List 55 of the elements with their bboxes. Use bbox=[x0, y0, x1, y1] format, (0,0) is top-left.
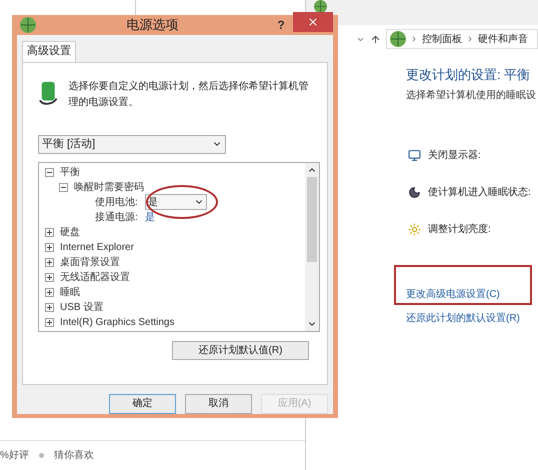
expand-icon[interactable] bbox=[45, 258, 54, 266]
dialog-title: 电源选项 bbox=[126, 16, 180, 34]
tree-item[interactable]: 无线适配器设置 bbox=[60, 270, 130, 284]
collapse-icon[interactable] bbox=[59, 182, 68, 192]
tree-item[interactable]: USB 设置 bbox=[60, 300, 104, 314]
setting-label: 接通电源: bbox=[95, 210, 139, 224]
setting-label: 调整计划亮度: bbox=[428, 222, 491, 237]
tree-item[interactable]: 唤醒时需要密码 bbox=[74, 180, 144, 194]
scrollbar-thumb[interactable] bbox=[307, 176, 317, 262]
tree-item[interactable]: 硬盘 bbox=[60, 224, 80, 240]
setting-label: 使计算机进入睡眠状态: bbox=[428, 186, 531, 200]
sun-icon bbox=[408, 223, 421, 236]
page-subtitle: 选择希望计算机使用的睡眠设 bbox=[406, 88, 537, 102]
rating-text: %好评 bbox=[0, 448, 29, 462]
tree-item[interactable]: Internet Explorer bbox=[60, 240, 134, 254]
tree-item[interactable]: 睡眠 bbox=[60, 284, 80, 300]
dialog-button[interactable]: 取消 bbox=[185, 394, 252, 414]
setting-dropdown[interactable]: 是 bbox=[145, 194, 207, 210]
expand-icon[interactable] bbox=[45, 288, 54, 296]
expand-icon[interactable] bbox=[45, 242, 54, 252]
recommend-link[interactable]: 猜你喜欢 bbox=[54, 448, 94, 462]
scrollbar[interactable] bbox=[305, 162, 319, 330]
monitor-icon bbox=[408, 149, 421, 162]
moon-icon bbox=[408, 186, 421, 199]
up-arrow-icon[interactable] bbox=[370, 34, 381, 44]
settings-link[interactable]: 更改高级电源设置(C) bbox=[406, 288, 500, 300]
breadcrumb-item[interactable]: 控制面板 bbox=[422, 32, 462, 46]
tree-item[interactable]: 桌面背景设置 bbox=[60, 254, 120, 270]
tree-item[interactable]: Intel(R) Graphics Settings bbox=[60, 314, 174, 330]
expand-icon[interactable] bbox=[45, 318, 54, 326]
chevron-right-icon bbox=[410, 35, 418, 43]
help-button[interactable]: ? bbox=[269, 16, 293, 34]
tree-item[interactable]: 平衡 bbox=[60, 164, 80, 180]
page-heading: 更改计划的设置: 平衡 bbox=[406, 66, 532, 84]
close-button[interactable] bbox=[293, 12, 333, 32]
control-panel-icon bbox=[314, 0, 327, 13]
breadcrumb-item[interactable]: 硬件和声音 bbox=[478, 32, 528, 46]
chevron-right-icon bbox=[466, 35, 474, 43]
setting-value: 是 bbox=[145, 210, 155, 224]
expand-icon[interactable] bbox=[45, 272, 54, 282]
address-bar[interactable]: 控制面板 硬件和声音 bbox=[386, 29, 538, 49]
tab[interactable]: 高级设置 bbox=[22, 40, 76, 62]
control-panel-icon bbox=[390, 31, 406, 47]
restore-defaults-button[interactable]: 还原计划默认值(R) bbox=[172, 340, 309, 360]
setting-label: 使用电池: bbox=[95, 196, 139, 210]
collapse-icon[interactable] bbox=[45, 168, 54, 176]
expand-icon[interactable] bbox=[45, 302, 54, 312]
settings-link[interactable]: 还原此计划的默认设置(R) bbox=[406, 312, 520, 324]
description-text: 选择你要自定义的电源计划，然后选择你希望计算机管理的电源设置。 bbox=[68, 80, 310, 110]
setting-label: 关闭显示器: bbox=[428, 148, 481, 163]
close-icon bbox=[307, 16, 319, 28]
expand-icon[interactable] bbox=[45, 228, 54, 236]
power-options-icon bbox=[20, 16, 36, 33]
dialog-button[interactable]: 确定 bbox=[109, 394, 176, 414]
plan-select[interactable]: 平衡 [活动] bbox=[38, 134, 226, 154]
